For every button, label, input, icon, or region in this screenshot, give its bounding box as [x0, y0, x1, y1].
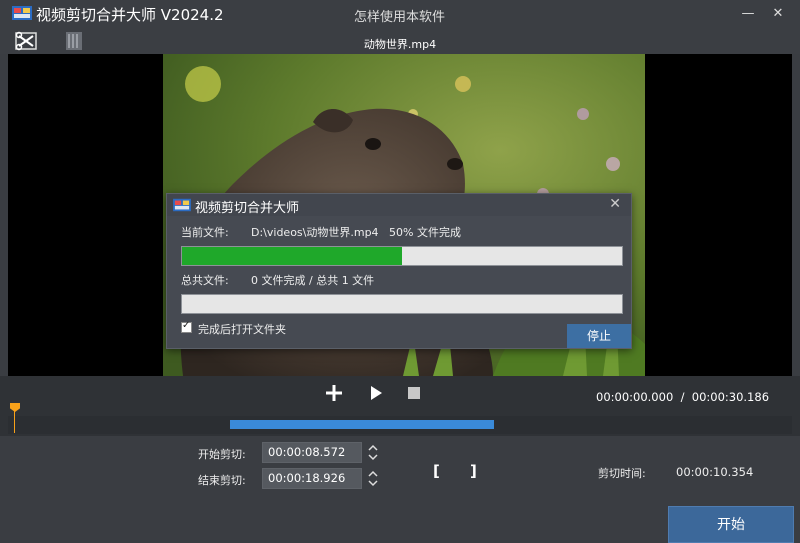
app-title: 视频剪切合并大师 V2024.2	[36, 6, 224, 24]
close-button[interactable]: ✕	[770, 6, 786, 22]
cut-duration-label: 剪切时间:	[598, 467, 646, 480]
dialog-close-button[interactable]: ✕	[609, 196, 621, 212]
start-button[interactable]: 开始	[668, 506, 794, 543]
app-logo-icon	[12, 6, 32, 20]
current-file-progress-fill	[182, 247, 402, 265]
cut-panel: 开始剪切: 00:00:08.572 结束剪切: 00:00:18.926 [ …	[0, 436, 800, 543]
timeline-track[interactable]	[8, 416, 792, 434]
open-folder-label: 完成后打开文件夹	[198, 323, 286, 336]
progress-dialog: 视频剪切合并大师 ✕ 当前文件: D:\videos\动物世界.mp4 50% …	[166, 193, 632, 349]
cut-duration-value: 00:00:10.354	[676, 465, 754, 479]
playhead-handle[interactable]	[10, 403, 20, 412]
playhead-line	[14, 409, 15, 433]
total-file-label: 总共文件:	[181, 274, 229, 287]
set-start-bracket-button[interactable]: [	[433, 462, 440, 480]
start-cut-input[interactable]: 00:00:08.572	[262, 442, 362, 463]
start-cut-label: 开始剪切:	[198, 448, 246, 461]
add-icon[interactable]	[325, 384, 343, 402]
help-link[interactable]: 怎样使用本软件	[354, 6, 445, 25]
time-display: 00:00:00.000 / 00:00:30.186	[596, 390, 770, 404]
current-file-label: 当前文件:	[181, 226, 229, 239]
stop-icon[interactable]	[405, 384, 423, 402]
end-cut-stepper[interactable]	[365, 468, 381, 489]
dialog-logo-icon	[173, 198, 191, 212]
stop-button[interactable]: 停止	[567, 324, 631, 348]
total-file-progress	[181, 294, 623, 314]
cut-selection-bar[interactable]	[230, 420, 494, 429]
title-bar: 视频剪切合并大师 V2024.2 怎样使用本软件 — ✕	[0, 0, 800, 28]
start-cut-stepper[interactable]	[365, 442, 381, 463]
set-end-bracket-button[interactable]: ]	[470, 462, 477, 480]
playback-controls: 00:00:00.000 / 00:00:30.186	[0, 376, 800, 436]
dialog-title-bar: 视频剪切合并大师 ✕	[167, 194, 631, 216]
play-icon[interactable]	[367, 384, 385, 402]
minimize-button[interactable]: —	[740, 6, 756, 22]
open-folder-checkbox[interactable]	[181, 320, 192, 333]
end-cut-label: 结束剪切:	[198, 474, 246, 487]
video-file-name: 动物世界.mp4	[363, 38, 437, 51]
total-file-status: 0 文件完成 / 总共 1 文件	[251, 274, 375, 287]
toolbar: 动物世界.mp4	[0, 28, 800, 54]
current-file-progress	[181, 246, 623, 266]
current-file-status: D:\videos\动物世界.mp4 50% 文件完成	[251, 226, 461, 239]
end-cut-input[interactable]: 00:00:18.926	[262, 468, 362, 489]
dialog-title: 视频剪切合并大师	[195, 201, 300, 216]
